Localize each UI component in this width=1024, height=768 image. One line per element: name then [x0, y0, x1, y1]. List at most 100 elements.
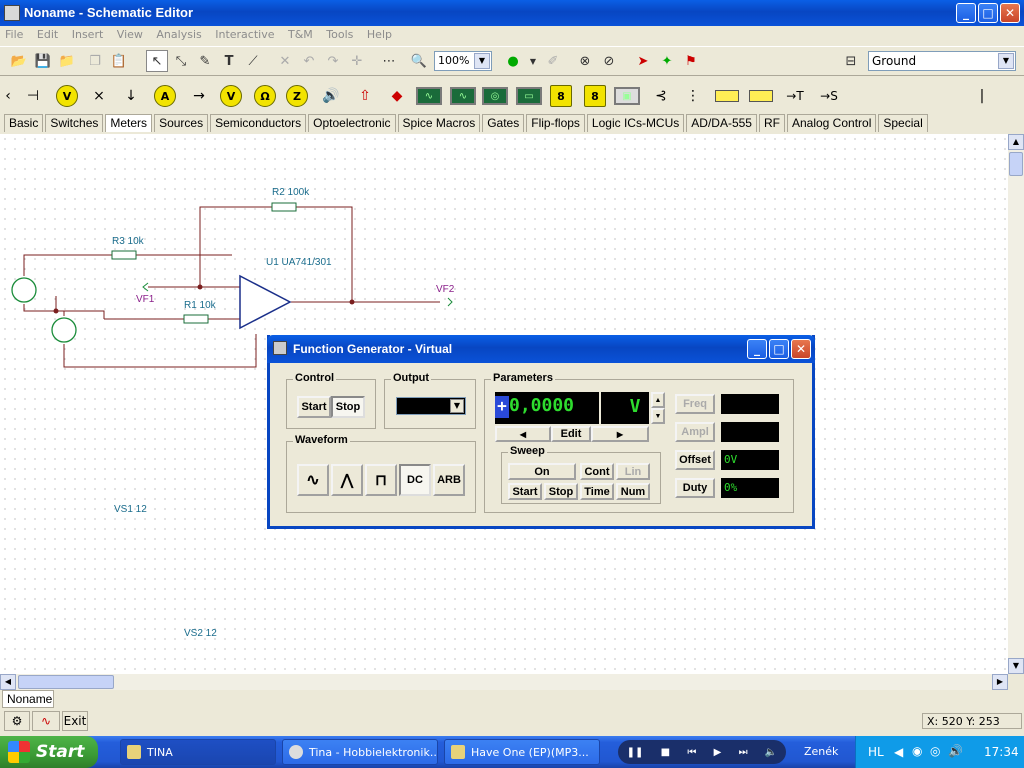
meter-probe-icon[interactable]: ⊗ — [574, 50, 596, 72]
xy-recorder-icon[interactable]: ◎ — [480, 81, 510, 111]
dialog-close-button[interactable]: ✕ — [791, 339, 811, 359]
document-tab[interactable]: Noname — [2, 690, 54, 708]
tab-spice-macros[interactable]: Spice Macros — [397, 114, 481, 132]
zoom-icon[interactable]: 🔍 — [408, 50, 430, 72]
app-icon[interactable] — [4, 5, 20, 21]
cursor-left-icon[interactable]: ◀ — [495, 426, 551, 442]
menu-analysis[interactable]: Analysis — [151, 26, 206, 43]
tab-gates[interactable]: Gates — [482, 114, 525, 132]
diode-icon[interactable]: ➤ — [632, 50, 654, 72]
tab-semiconductors[interactable]: Semiconductors — [210, 114, 307, 132]
seven-segment-icon[interactable]: 8 — [546, 81, 576, 111]
scroll-right-arrow-icon[interactable]: ▶ — [992, 674, 1008, 690]
tab-analog-control[interactable]: Analog Control — [786, 114, 877, 132]
minimize-button[interactable]: _ — [956, 3, 976, 23]
ammeter-line-icon[interactable]: → — [184, 81, 214, 111]
impedance-meter-icon[interactable]: Z — [282, 81, 312, 111]
speaker-icon[interactable]: 🔊 — [316, 81, 346, 111]
terminal-icon[interactable]: ⊣ — [18, 81, 48, 111]
language-indicator[interactable]: HL — [868, 745, 884, 759]
analysis-icon[interactable]: ∿ — [32, 711, 60, 731]
ammeter-icon[interactable]: A — [150, 81, 180, 111]
lcd-display-icon[interactable]: ▣ — [612, 81, 642, 111]
network-icon[interactable]: ◉ — [912, 744, 922, 758]
to-sheet-icon[interactable]: →S — [814, 81, 844, 111]
tab-adda-555[interactable]: AD/DA-555 — [686, 114, 757, 132]
horizontal-scrollbar[interactable]: ◀ ▶ — [0, 674, 1008, 690]
menu-help[interactable]: Help — [362, 26, 397, 43]
undo-icon[interactable]: ↶ — [298, 50, 320, 72]
close-button[interactable]: ✕ — [1000, 3, 1020, 23]
value-down-icon[interactable]: ▼ — [651, 408, 665, 424]
ground-select-icon[interactable]: ⊟ — [840, 50, 862, 72]
tab-special[interactable]: Special — [878, 114, 928, 132]
tray-label[interactable]: Zenék — [804, 745, 838, 758]
tab-meters[interactable]: Meters — [105, 114, 153, 132]
arrow-down-icon[interactable]: ↓ — [116, 81, 146, 111]
pause-icon[interactable]: ❚❚ — [627, 747, 644, 758]
paste-icon[interactable]: 📋 — [108, 50, 130, 72]
oscilloscope-icon[interactable]: ∿ — [414, 81, 444, 111]
open-icon[interactable]: 📁 — [56, 50, 78, 72]
tab-switches[interactable]: Switches — [45, 114, 104, 132]
dialog-minimize-button[interactable]: _ — [747, 339, 767, 359]
save-icon[interactable]: 💾 — [32, 50, 54, 72]
scroll-down-icon[interactable]: ▼ — [1008, 658, 1024, 674]
menu-tm[interactable]: T&M — [283, 26, 318, 43]
label-tag2-icon[interactable] — [746, 81, 776, 111]
signal-analyzer-icon[interactable]: ∿ — [448, 81, 478, 111]
menu-view[interactable]: View — [112, 26, 148, 43]
ground-select[interactable]: Ground ▼ — [868, 51, 1016, 71]
sweep-stop-button[interactable]: Stop — [544, 483, 578, 500]
menu-file[interactable]: File — [0, 26, 28, 43]
cursor-right-icon[interactable]: ▶ — [591, 426, 649, 442]
label-tag-icon[interactable] — [712, 81, 742, 111]
flag-icon[interactable]: ⚑ — [680, 50, 702, 72]
traffic-light-icon[interactable]: ⋮ — [678, 81, 708, 111]
draw-line-icon[interactable]: ⟋ — [242, 50, 264, 72]
play-icon[interactable]: ▶ — [714, 747, 722, 758]
component-probe-icon[interactable]: ⊘ — [598, 50, 620, 72]
update-icon[interactable]: ◎ — [930, 744, 940, 758]
task-tina[interactable]: TINA — [120, 739, 276, 765]
freq-button[interactable]: Freq — [675, 394, 715, 414]
copy-icon[interactable]: ❐ — [84, 50, 106, 72]
duty-button[interactable]: Duty — [675, 478, 715, 498]
tool-icon[interactable]: ✦ — [656, 50, 678, 72]
multimeter-icon[interactable]: ▭ — [514, 81, 544, 111]
sweep-on-button[interactable]: On — [508, 463, 576, 480]
redo-icon[interactable]: ↷ — [322, 50, 344, 72]
current-arrow-icon[interactable]: ⨯ — [84, 81, 114, 111]
voltmeter-line-icon[interactable]: V — [216, 81, 246, 111]
voltmeter-icon[interactable]: V — [52, 81, 82, 111]
sweep-start-button[interactable]: Start — [508, 483, 542, 500]
probe-pin-icon[interactable]: ⇧ — [350, 81, 380, 111]
speaker-tray-icon[interactable]: 🔊 — [948, 744, 963, 758]
scroll-left-arrow-icon[interactable]: ◀ — [0, 674, 16, 690]
stop-button[interactable]: Stop — [331, 396, 365, 418]
vertical-scrollbar[interactable]: ▲ ▼ — [1008, 134, 1024, 674]
exit-button[interactable]: Exit — [62, 711, 88, 731]
start-button[interactable]: Start — [0, 736, 98, 768]
switch-icon[interactable]: ⊰ — [646, 81, 676, 111]
edit-button[interactable]: Edit — [551, 426, 591, 442]
tab-rf[interactable]: RF — [758, 114, 785, 132]
chevron-down-icon[interactable]: ▼ — [474, 53, 490, 69]
tab-sources[interactable]: Sources — [154, 114, 209, 132]
sweep-num-button[interactable]: Num — [616, 483, 650, 500]
scroll-up-icon[interactable]: ▲ — [1008, 134, 1024, 150]
tab-basic[interactable]: Basic — [4, 114, 44, 132]
value-up-icon[interactable]: ▲ — [651, 392, 665, 408]
arb-wave-button[interactable]: ARB — [433, 464, 465, 496]
sine-wave-icon[interactable]: ∿ — [297, 464, 329, 496]
open-folder-icon[interactable]: 📂 — [8, 50, 30, 72]
grid-icon[interactable]: ⋯ — [378, 50, 400, 72]
settings-icon[interactable]: ⚙ — [4, 711, 30, 731]
volume-icon[interactable]: 🔈 — [765, 747, 777, 758]
logic-probe-icon[interactable]: ◆ — [382, 81, 412, 111]
probe-icon[interactable]: ✐ — [542, 50, 564, 72]
horizontal-scroll-thumb[interactable] — [18, 675, 114, 689]
maximize-button[interactable]: □ — [978, 3, 998, 23]
vertical-scroll-thumb[interactable] — [1009, 152, 1023, 176]
menu-interactive[interactable]: Interactive — [210, 26, 279, 43]
